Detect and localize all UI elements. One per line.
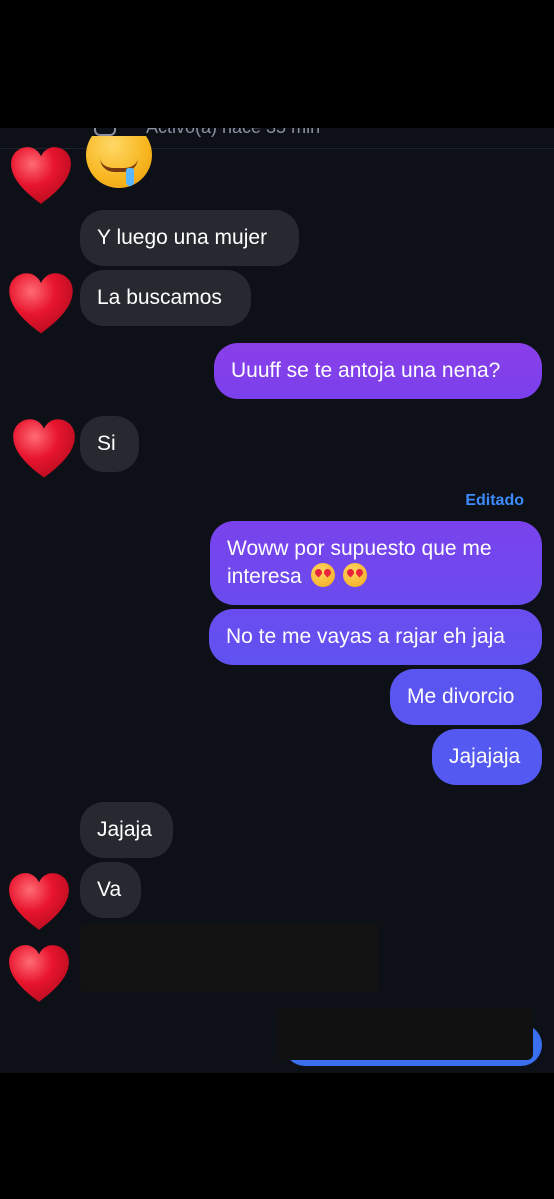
- edited-label: Editado: [465, 492, 524, 509]
- message-received-2[interactable]: La buscamos: [80, 270, 251, 326]
- redacted-message: [277, 1008, 533, 1060]
- active-status: Activo(a) hace 35 min: [146, 128, 320, 138]
- message-sent-5[interactable]: Jajajaja: [432, 729, 542, 785]
- heart-eyes-emoji: [343, 563, 368, 587]
- red-heart-icon: [8, 144, 74, 210]
- video-call-icon[interactable]: [94, 128, 116, 136]
- top-bar: [0, 0, 554, 128]
- message-sent-2[interactable]: Woww por supuesto que me interesa: [210, 521, 542, 605]
- red-heart-icon: [6, 942, 72, 1008]
- red-heart-icon: [10, 416, 78, 484]
- message-sent-1[interactable]: Uuuff se te antoja una nena?: [214, 343, 542, 399]
- message-sent-4[interactable]: Me divorcio: [390, 669, 542, 725]
- chat-header: Activo(a) hace 35 min: [0, 128, 554, 149]
- heart-eyes-emoji: [310, 563, 335, 587]
- message-received-5[interactable]: Va: [80, 862, 141, 918]
- red-heart-icon: [6, 270, 76, 340]
- redacted-message: [80, 924, 379, 992]
- bottom-bar: [0, 1073, 554, 1199]
- drooling-face-emoji: [86, 136, 152, 192]
- message-sent-3[interactable]: No te me vayas a rajar eh jaja: [209, 609, 542, 665]
- message-received-4[interactable]: Jajaja: [80, 802, 173, 858]
- message-received-3[interactable]: Si: [80, 416, 139, 472]
- message-received-1[interactable]: Y luego una mujer: [80, 210, 299, 266]
- chat-thread[interactable]: Activo(a) hace 35 min Y luego una mujer …: [0, 128, 554, 1073]
- red-heart-icon: [6, 870, 72, 936]
